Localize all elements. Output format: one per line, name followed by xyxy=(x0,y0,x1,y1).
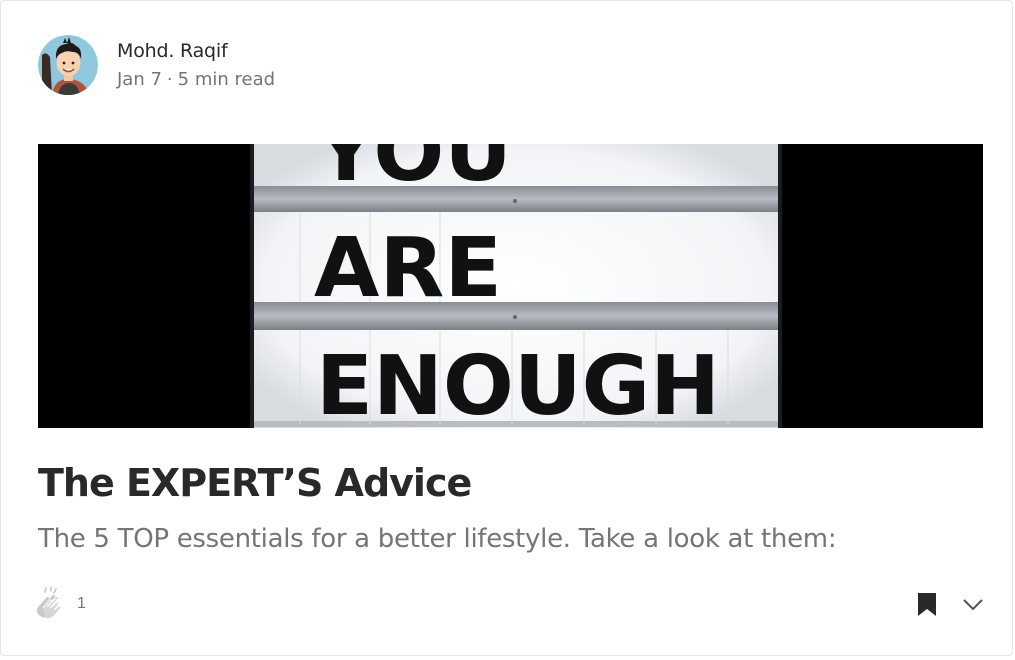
clap-count: 1 xyxy=(77,595,86,612)
author-meta: Mohd. Raqif Jan 7 · 5 min read xyxy=(117,38,275,93)
post-meta: Jan 7 · 5 min read xyxy=(117,67,275,93)
post-title[interactable]: The EXPERT’S Advice xyxy=(38,456,472,510)
author-row: Mohd. Raqif Jan 7 · 5 min read xyxy=(38,35,275,95)
post-date: Jan 7 xyxy=(117,68,162,90)
avatar-illustration xyxy=(38,35,98,95)
clap-button[interactable]: 1 xyxy=(33,586,86,622)
sign-line-3: ENOUGH xyxy=(316,339,720,428)
post-subtitle[interactable]: The 5 TOP essentials for a better lifest… xyxy=(38,519,837,559)
hero-image[interactable]: YOU ARE ENOUGH xyxy=(38,144,983,428)
post-card[interactable]: Mohd. Raqif Jan 7 · 5 min read YOU ARE E… xyxy=(0,0,1013,656)
author-avatar[interactable] xyxy=(38,35,98,95)
chevron-down-icon[interactable] xyxy=(961,593,985,615)
sign-line-2: ARE xyxy=(314,221,502,316)
clap-icon[interactable] xyxy=(33,586,67,622)
meta-separator: · xyxy=(166,68,173,90)
author-name[interactable]: Mohd. Raqif xyxy=(117,38,275,64)
bookmark-icon[interactable] xyxy=(916,591,938,617)
read-time: 5 min read xyxy=(177,68,276,90)
